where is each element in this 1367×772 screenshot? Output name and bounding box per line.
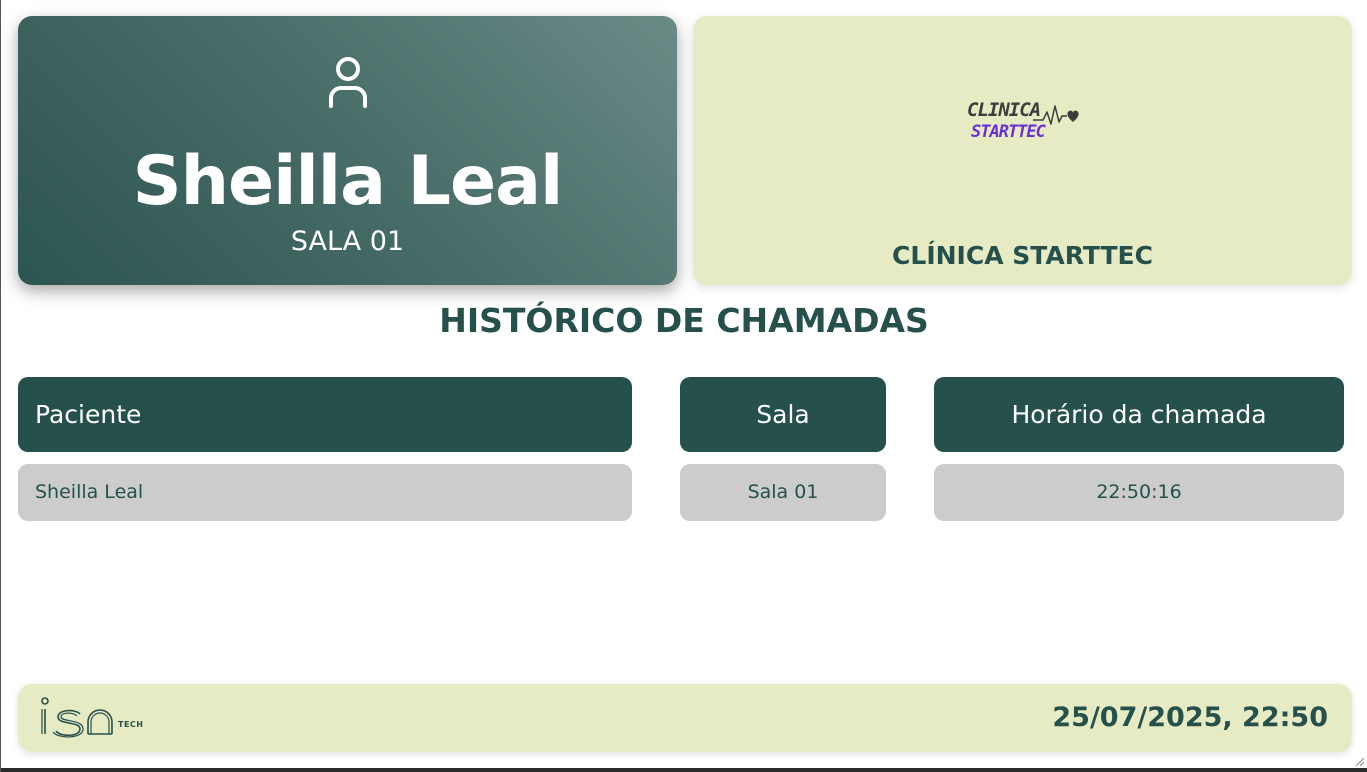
column-header-patient: Paciente <box>18 377 632 452</box>
clinic-logo-line1: CLINICA <box>967 99 1041 121</box>
clinic-name: CLÍNICA STARTTEC <box>892 241 1153 270</box>
current-room: SALA 01 <box>290 226 405 257</box>
history-title: HISTÓRICO DE CHAMADAS <box>439 301 929 340</box>
clinic-logo: CLINICA STARTTEC <box>963 94 1083 164</box>
isa-tech-logo <box>41 697 113 738</box>
footer-datetime: 25/07/2025, 22:50 <box>1052 702 1328 733</box>
heartbeat-icon <box>1033 105 1079 125</box>
resize-grip-icon[interactable] <box>1353 755 1365 767</box>
footer: TECH 25/07/2025, 22:50 <box>18 684 1352 752</box>
column-header-room: Sala <box>680 377 886 452</box>
window-bottom-edge <box>1 768 1367 772</box>
history-row-time: 22:50:16 <box>934 464 1344 521</box>
current-call-card: Sheilla Leal SALA 01 <box>18 16 677 285</box>
current-patient-name: Sheilla Leal <box>132 142 564 221</box>
clinic-card: CLINICA STARTTEC CLÍNICA STARTTEC <box>693 16 1352 285</box>
column-header-time: Horário da chamada <box>934 377 1344 452</box>
history-row-patient: Sheilla Leal <box>18 464 632 521</box>
history-row-room: Sala 01 <box>680 464 886 521</box>
person-icon <box>328 57 367 108</box>
isa-tech-logo-label: TECH <box>118 720 144 729</box>
